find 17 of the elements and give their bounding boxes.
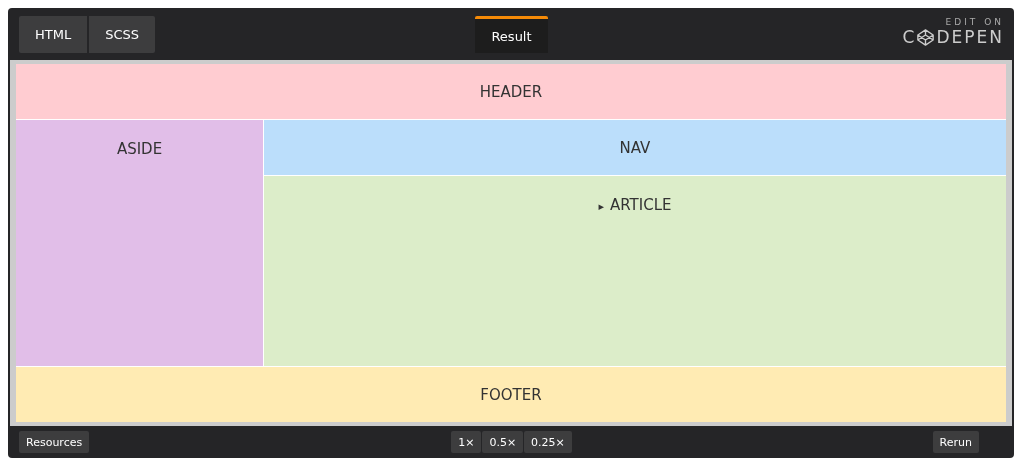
footer-label: FOOTER <box>480 385 542 404</box>
cube-icon <box>917 28 935 46</box>
logo-text: C <box>902 27 917 47</box>
editor-tab[interactable]: SCSS <box>89 16 156 53</box>
header-label: HEADER <box>479 82 543 101</box>
nav-label: NAV <box>619 138 651 157</box>
article-summary[interactable]: ▸ ARTICLE <box>598 196 672 214</box>
zoom-button[interactable]: 0.5× <box>482 431 524 453</box>
result-tab[interactable]: Result <box>475 16 548 53</box>
resources-button[interactable]: Resources <box>19 431 90 454</box>
rerun-button[interactable]: Rerun <box>932 431 979 454</box>
logo-text: DEPEN <box>936 27 1004 47</box>
editor-tab[interactable]: HTML <box>19 16 88 53</box>
logo-caption: EDIT ON <box>945 17 1004 27</box>
zoom-button[interactable]: 1× <box>451 431 482 453</box>
zoom-button[interactable]: 0.25× <box>524 431 572 453</box>
aside-label: ASIDE <box>116 140 163 158</box>
